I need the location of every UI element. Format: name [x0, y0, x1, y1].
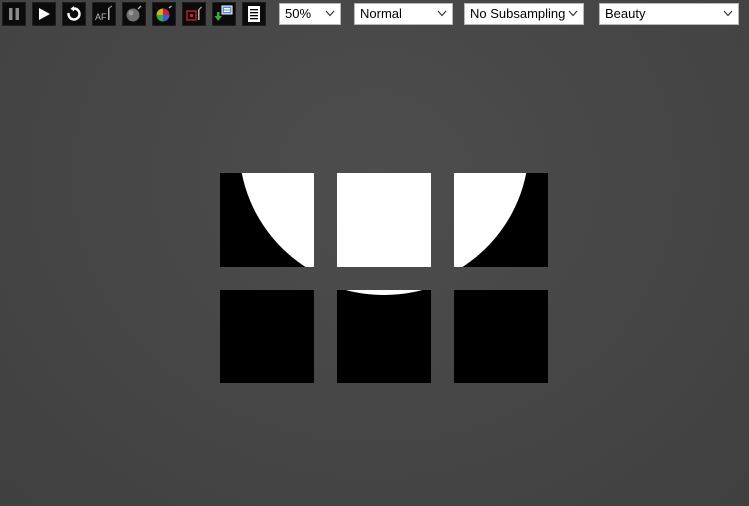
region-icon	[186, 6, 202, 21]
render-tile-image	[220, 290, 314, 383]
render-tile	[220, 290, 314, 383]
render-tile	[220, 173, 314, 267]
sphere-icon	[126, 5, 142, 22]
sphere-render-button[interactable]	[122, 2, 146, 26]
aperture-label: AF	[95, 12, 107, 22]
render-pass-dropdown[interactable]: Beauty	[599, 3, 739, 25]
render-viewport[interactable]	[0, 29, 749, 506]
subsampling-dropdown[interactable]: No Subsampling	[464, 3, 584, 25]
color-wheel-button[interactable]	[152, 2, 176, 26]
chevron-down-icon	[325, 10, 335, 17]
play-button[interactable]	[32, 2, 56, 26]
aperture-button[interactable]: AF	[92, 2, 116, 26]
refresh-icon	[67, 6, 81, 21]
render-tile-image	[345, 290, 423, 295]
subsampling-value: No Subsampling	[470, 6, 566, 21]
render-tile-image	[337, 173, 431, 267]
render-tile	[454, 173, 548, 267]
zoom-value: 50%	[285, 6, 312, 21]
color-wheel-icon	[156, 5, 172, 22]
render-pass-value: Beauty	[605, 6, 646, 21]
aperture-icon: AF	[95, 5, 113, 22]
mode-value: Normal	[360, 6, 402, 21]
region-button[interactable]	[182, 2, 206, 26]
play-icon	[39, 8, 50, 20]
render-tile-image	[454, 290, 548, 383]
log-button[interactable]	[242, 2, 266, 26]
render-tile	[337, 290, 431, 383]
save-image-button[interactable]	[212, 2, 236, 26]
render-tile	[454, 290, 548, 383]
pause-icon	[9, 8, 19, 20]
log-icon	[248, 6, 260, 22]
chevron-down-icon	[723, 10, 733, 17]
zoom-dropdown[interactable]: 50%	[279, 3, 341, 25]
render-tile	[337, 173, 431, 267]
render-tile-image	[241, 173, 314, 267]
chevron-down-icon	[568, 10, 578, 17]
chevron-down-icon	[437, 10, 447, 17]
render-toolbar: AF 50% Normal No Subsampling Beauty	[0, 0, 749, 29]
render-tile-image	[454, 173, 527, 267]
refresh-button[interactable]	[62, 2, 86, 26]
pause-button[interactable]	[2, 2, 26, 26]
mode-dropdown[interactable]: Normal	[354, 3, 453, 25]
save-image-icon	[214, 5, 233, 21]
